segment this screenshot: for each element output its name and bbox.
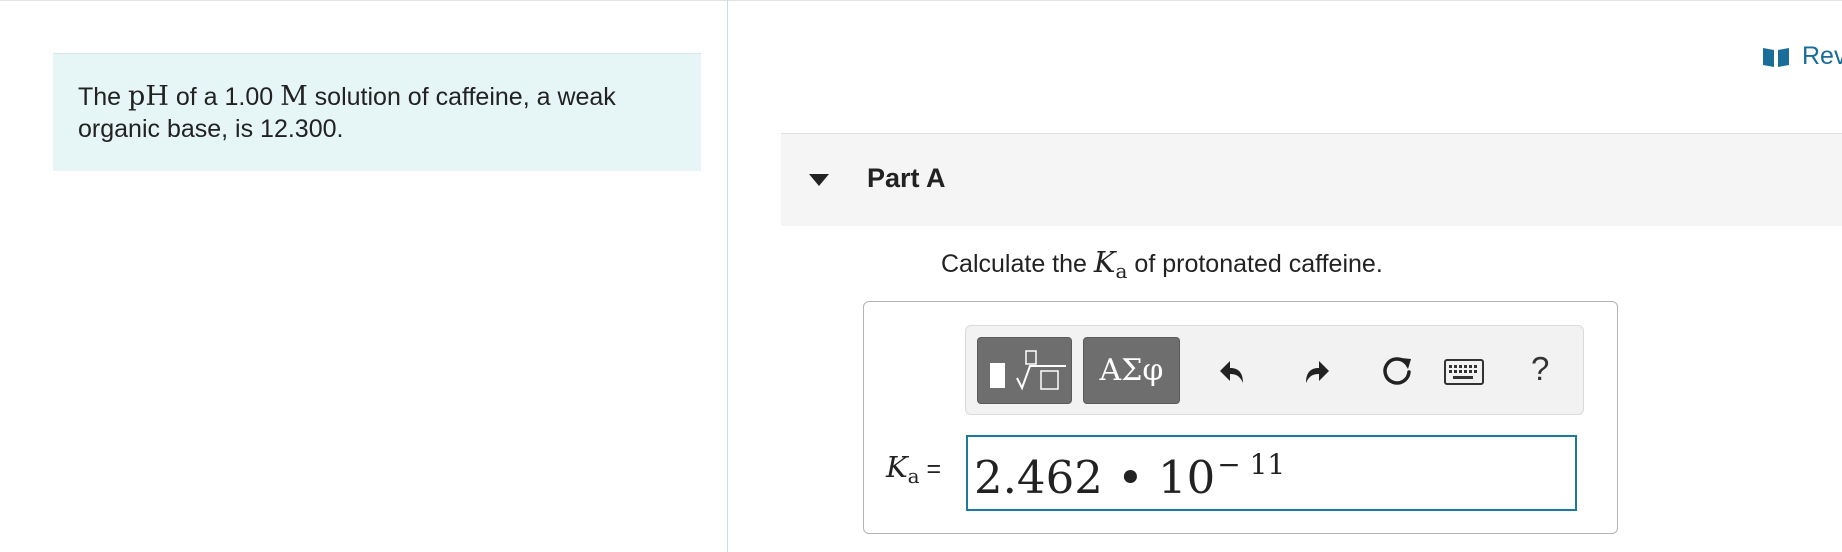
part-a-header[interactable]: Part A [781, 133, 1842, 226]
math-toolbar: ΑΣφ ? [965, 325, 1584, 415]
greek-symbols-button[interactable]: ΑΣφ [1083, 337, 1180, 404]
equals-sign: = [919, 455, 942, 483]
answer-mantissa: 2.462 • 10 [974, 451, 1216, 504]
answer-k-symbol: K [886, 450, 908, 484]
triangle-down-icon[interactable] [808, 173, 830, 187]
k-subscript: a [1115, 259, 1128, 283]
top-rule [0, 0, 1842, 1]
answer-k-subscript: a [907, 464, 920, 488]
molar-symbol: M [280, 81, 308, 112]
ph-symbol: pH [128, 81, 169, 112]
problem-statement-text: The pH of a 1.00 M solution of caffeine,… [78, 81, 658, 145]
question-text-part: of protonated caffeine. [1127, 250, 1383, 278]
question-prompt: Calculate the Ka of protonated caffeine. [941, 245, 1383, 283]
answer-input[interactable]: 2.462 • 10− 11 [966, 435, 1577, 511]
problem-text-part: The [78, 83, 129, 111]
greek-symbols-label: ΑΣφ [1099, 353, 1164, 388]
answer-value: 2.462 • 10− 11 [974, 448, 1286, 504]
keyboard-icon[interactable] [1444, 359, 1484, 385]
review-link[interactable]: Rev [1762, 42, 1842, 71]
redo-icon[interactable] [1301, 356, 1331, 386]
templates-button[interactable] [977, 337, 1072, 404]
question-text-part: Calculate the [941, 250, 1094, 278]
answer-card: ΑΣφ ? Ka = 2.462 • 10− 11 [863, 301, 1618, 534]
book-icon [1763, 47, 1789, 67]
k-symbol: K [1093, 245, 1116, 279]
problem-text-part: of a 1.00 [168, 83, 281, 111]
help-button[interactable]: ? [1531, 350, 1549, 388]
undo-icon[interactable] [1218, 356, 1248, 386]
fraction-radical-template-icon [990, 350, 1066, 391]
answer-label: Ka = [886, 450, 942, 488]
pane-divider [727, 0, 728, 552]
reset-icon[interactable] [1379, 353, 1415, 389]
review-link-label: Rev [1802, 42, 1842, 70]
part-title: Part A [867, 163, 946, 193]
problem-statement-box: The pH of a 1.00 M solution of caffeine,… [53, 53, 701, 171]
answer-exponent: − 11 [1217, 448, 1286, 481]
